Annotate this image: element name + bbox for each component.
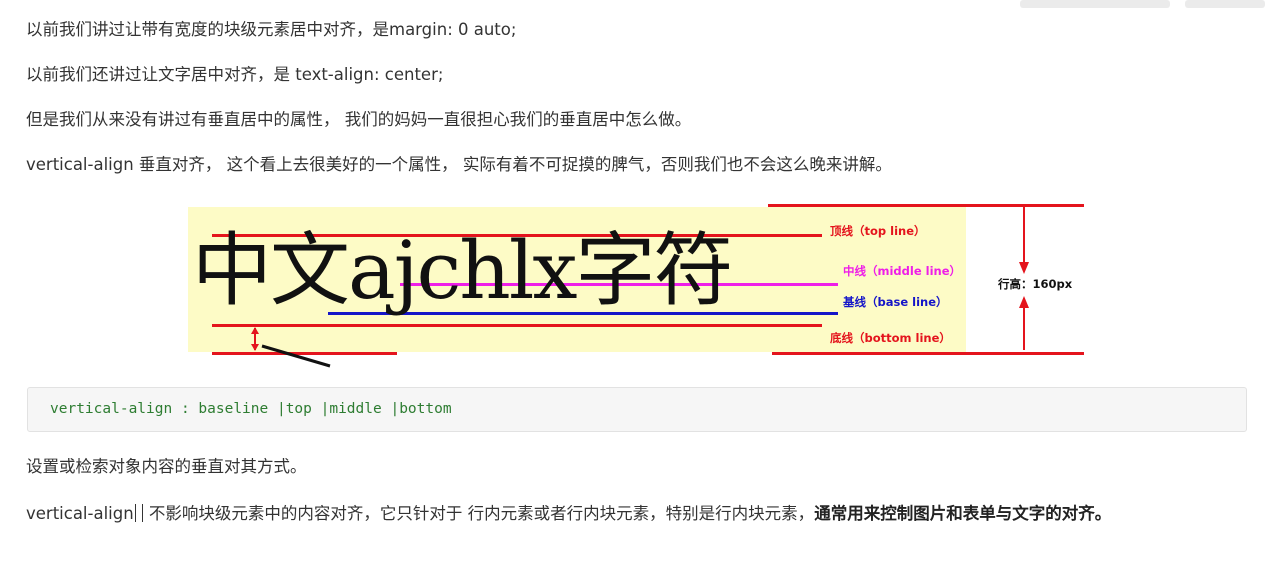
label-line-height: 行高：160px <box>998 277 1073 291</box>
usage-bold-text: 通常用来控制图片和表单与文字的对齐。 <box>814 504 1112 523</box>
code-text: vertical-align : baseline |top |middle |… <box>50 401 452 417</box>
code-block: vertical-align : baseline |top |middle |… <box>27 387 1247 432</box>
paragraph-definition: 设置或检索对象内容的垂直对其方式。 <box>26 457 307 476</box>
label-bottom-line: 底线（bottom line） <box>830 331 951 345</box>
usage-property: vertical-align <box>26 504 134 523</box>
usage-text: 不影响块级元素中的内容对齐，它只针对于 行内元素或者行内块元素，特别是行内块元素… <box>143 504 815 523</box>
paragraph-usage: vertical-align 不影响块级元素中的内容对齐，它只针对于 行内元素或… <box>26 499 1241 529</box>
arrows <box>251 207 1029 368</box>
text-cursor-icon <box>134 504 143 522</box>
label-middle-line: 中线（middle line） <box>843 264 962 278</box>
vertical-align-diagram: 中文ajchlx字符 顶线（top line） 中线（middle line） … <box>0 0 1279 380</box>
label-top-line: 顶线（top line） <box>830 224 926 238</box>
video-logo-overlay <box>1185 0 1265 8</box>
label-base-line: 基线（base line） <box>843 295 948 309</box>
video-overlay-bar <box>1020 0 1170 8</box>
